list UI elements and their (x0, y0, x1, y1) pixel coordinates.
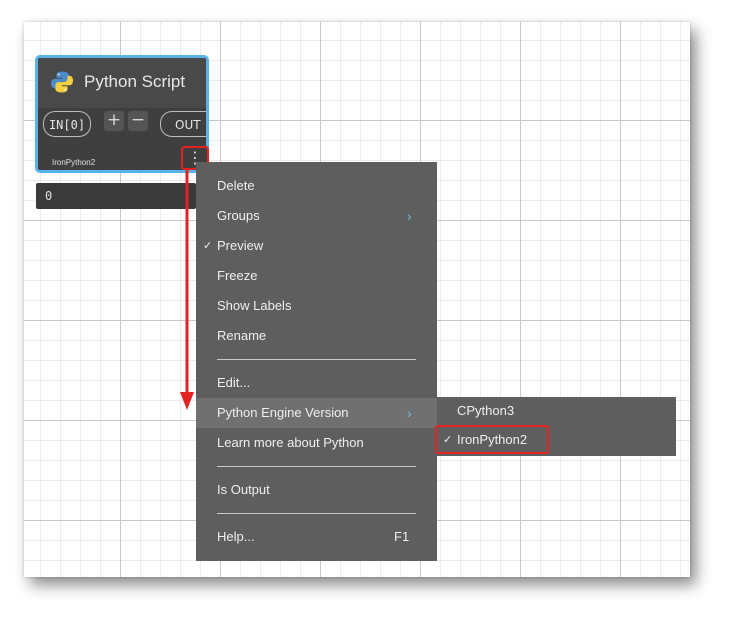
python-icon (51, 71, 73, 93)
add-port-button[interactable]: + (104, 111, 124, 131)
output-port-out[interactable]: OUT (160, 111, 206, 137)
shortcut-label: F1 (394, 529, 410, 544)
menu-separator (217, 513, 416, 514)
input-port-in0[interactable]: IN[0] (43, 111, 91, 137)
menu-separator (217, 466, 416, 467)
menu-item-python-engine-version[interactable]: Python Engine Version › (196, 398, 437, 428)
menu-separator (217, 359, 416, 360)
remove-port-button[interactable]: − (128, 111, 148, 131)
node-preview-bubble: 0 (36, 183, 196, 209)
menu-item-help[interactable]: Help... F1 (196, 522, 437, 552)
menu-item-delete[interactable]: Delete (196, 171, 437, 201)
menu-item-rename[interactable]: Rename (196, 321, 437, 351)
check-icon: ✓ (203, 240, 213, 252)
node-header[interactable]: Python Script (38, 58, 206, 108)
engine-label: IronPython2 (52, 158, 96, 167)
submenu-item-cpython3[interactable]: CPython3 (437, 397, 676, 425)
menu-item-freeze[interactable]: Freeze (196, 261, 437, 291)
menu-item-edit[interactable]: Edit... (196, 368, 437, 398)
menu-item-preview[interactable]: ✓ Preview (196, 231, 437, 261)
annotation-highlight-box (435, 425, 549, 454)
menu-item-show-labels[interactable]: Show Labels (196, 291, 437, 321)
chevron-right-icon: › (407, 208, 412, 224)
menu-item-is-output[interactable]: Is Output (196, 475, 437, 505)
menu-item-learn-more-python[interactable]: Learn more about Python (196, 428, 437, 458)
menu-item-groups[interactable]: Groups › (196, 201, 437, 231)
chevron-right-icon: › (407, 405, 412, 421)
node-context-menu: Delete Groups › ✓ Preview Freeze Show La… (196, 162, 437, 561)
node-title: Python Script (84, 72, 186, 91)
